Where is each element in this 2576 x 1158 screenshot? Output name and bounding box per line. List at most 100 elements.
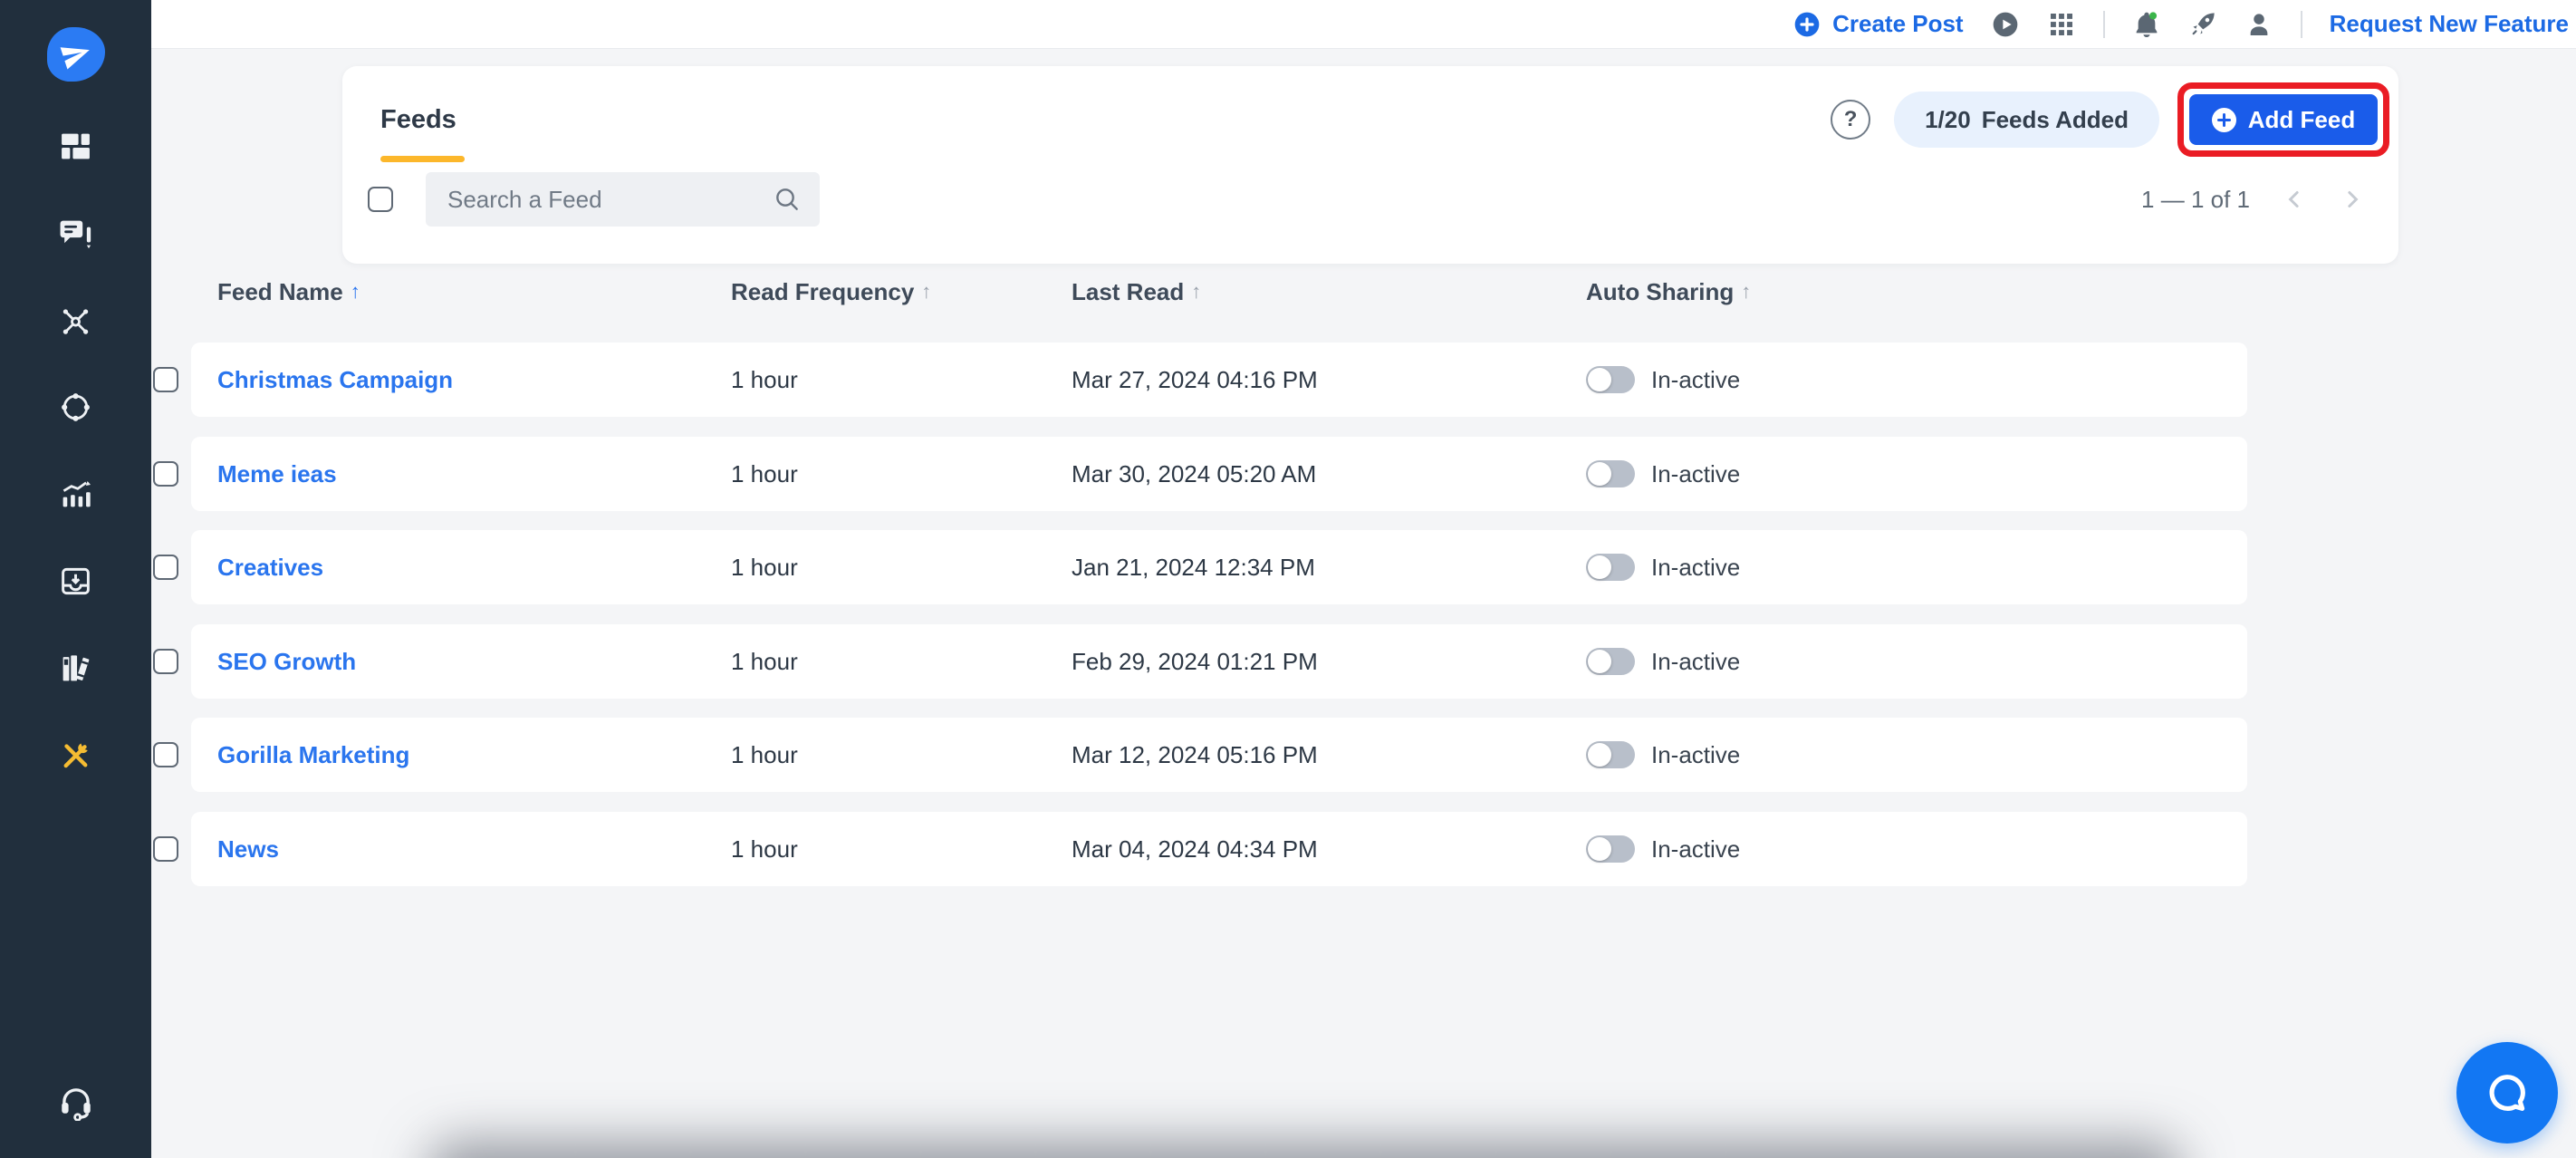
feed-name-link[interactable]: News xyxy=(217,812,279,886)
plus-icon xyxy=(2212,108,2236,132)
support-headset-icon xyxy=(57,1083,95,1121)
column-read-frequency[interactable]: Read Frequency ↑ xyxy=(731,272,931,312)
read-frequency-value: 1 hour xyxy=(731,812,798,886)
feed-name-link[interactable]: Meme ieas xyxy=(217,437,337,511)
inbox-icon xyxy=(59,565,92,598)
feeds-panel: Feeds ? 1/20 Feeds Added Add Feed xyxy=(342,66,2398,264)
sidebar-item-inbox[interactable] xyxy=(49,563,103,599)
feeds-added-count: 1/20 xyxy=(1925,106,1971,134)
active-tab-underline xyxy=(380,156,465,162)
column-label: Feed Name xyxy=(217,278,343,306)
row-checkbox[interactable] xyxy=(153,367,178,392)
table-header: Feed Name ↑ Read Frequency ↑ Last Read ↑… xyxy=(191,272,2247,312)
tools-icon xyxy=(59,738,92,772)
read-frequency-value: 1 hour xyxy=(731,343,798,417)
auto-sharing-toggle[interactable] xyxy=(1586,648,1635,675)
pagination-range: 1 — 1 of 1 xyxy=(2141,186,2250,214)
feed-name-link[interactable]: Gorilla Marketing xyxy=(217,718,409,792)
help-icon: ? xyxy=(1844,107,1858,132)
highlight-annotation: Add Feed xyxy=(2177,82,2389,157)
apps-grid-icon[interactable] xyxy=(2047,10,2076,39)
read-frequency-value: 1 hour xyxy=(731,437,798,511)
user-icon[interactable] xyxy=(2244,10,2273,39)
create-post-button[interactable]: Create Post xyxy=(1793,10,1964,39)
feeds-added-badge: 1/20 Feeds Added xyxy=(1894,92,2159,148)
last-read-value: Mar 27, 2024 04:16 PM xyxy=(1072,343,1318,417)
panel-actions: ? 1/20 Feeds Added Add Feed xyxy=(1831,82,2389,157)
sidebar-item-dashboard[interactable] xyxy=(49,128,103,164)
audience-icon xyxy=(59,391,92,424)
request-new-feature-link[interactable]: Request New Feature xyxy=(2330,10,2569,38)
feed-name-link[interactable]: Creatives xyxy=(217,530,323,604)
last-read-value: Feb 29, 2024 01:21 PM xyxy=(1072,624,1318,699)
auto-sharing-status: In-active xyxy=(1651,624,1740,699)
last-read-value: Jan 21, 2024 12:34 PM xyxy=(1072,530,1315,604)
sidebar-item-library[interactable] xyxy=(49,650,103,686)
row-checkbox[interactable] xyxy=(153,555,178,580)
table-row: Gorilla Marketing 1 hour Mar 12, 2024 05… xyxy=(191,718,2247,792)
select-all-checkbox[interactable] xyxy=(368,187,393,212)
auto-sharing-status: In-active xyxy=(1651,530,1740,604)
sidebar-item-support[interactable] xyxy=(49,1082,103,1122)
auto-sharing-toggle[interactable] xyxy=(1586,835,1635,863)
previous-page-chevron-icon[interactable] xyxy=(2281,186,2308,213)
sidebar-item-tools[interactable] xyxy=(49,737,103,773)
content-library-icon xyxy=(59,651,92,685)
column-feed-name[interactable]: Feed Name ↑ xyxy=(217,272,360,312)
chat-widget-button[interactable] xyxy=(2456,1042,2558,1144)
auto-sharing-toggle[interactable] xyxy=(1586,741,1635,768)
read-frequency-value: 1 hour xyxy=(731,718,798,792)
last-read-value: Mar 04, 2024 04:34 PM xyxy=(1072,812,1318,886)
feed-name-link[interactable]: Christmas Campaign xyxy=(217,343,453,417)
read-frequency-value: 1 hour xyxy=(731,530,798,604)
sort-arrow-icon: ↑ xyxy=(1741,280,1751,304)
logo-paper-plane-icon[interactable] xyxy=(47,27,105,82)
sidebar-item-posts[interactable] xyxy=(49,215,103,251)
auto-sharing-status: In-active xyxy=(1651,718,1740,792)
row-checkbox[interactable] xyxy=(153,649,178,674)
sidebar-item-connect[interactable] xyxy=(49,302,103,338)
search-box xyxy=(426,172,820,227)
sidebar-item-analytics[interactable] xyxy=(49,476,103,512)
toggle-knob xyxy=(1588,650,1611,673)
search-input[interactable] xyxy=(426,172,820,227)
auto-sharing-toggle[interactable] xyxy=(1586,460,1635,487)
help-button[interactable]: ? xyxy=(1831,100,1870,140)
column-auto-sharing[interactable]: Auto Sharing ↑ xyxy=(1586,272,1751,312)
toggle-knob xyxy=(1588,368,1611,391)
bell-icon[interactable] xyxy=(2132,10,2161,39)
whats-new-rocket-icon[interactable] xyxy=(2188,10,2217,39)
search-row xyxy=(368,172,820,227)
column-last-read[interactable]: Last Read ↑ xyxy=(1072,272,1201,312)
row-checkbox[interactable] xyxy=(153,461,178,487)
topbar-divider xyxy=(2301,11,2302,38)
tab-feeds[interactable]: Feeds xyxy=(380,105,457,135)
last-read-value: Mar 30, 2024 05:20 AM xyxy=(1072,437,1316,511)
tab-feeds-label: Feeds xyxy=(380,105,457,134)
pagination: 1 — 1 of 1 xyxy=(2141,172,2366,227)
column-label: Last Read xyxy=(1072,278,1184,306)
dashboard-icon xyxy=(59,130,92,163)
analytics-icon xyxy=(59,478,92,511)
add-feed-button[interactable]: Add Feed xyxy=(2189,94,2378,145)
toggle-knob xyxy=(1588,462,1611,486)
next-page-chevron-icon[interactable] xyxy=(2339,186,2366,213)
table-row: Creatives 1 hour Jan 21, 2024 12:34 PM I… xyxy=(191,530,2247,604)
chat-bubble-icon xyxy=(2481,1066,2533,1119)
sort-arrow-icon: ↑ xyxy=(921,280,931,304)
feed-name-link[interactable]: SEO Growth xyxy=(217,624,356,699)
auto-sharing-toggle[interactable] xyxy=(1586,366,1635,393)
plus-circle-icon xyxy=(1793,10,1821,39)
row-checkbox[interactable] xyxy=(153,836,178,862)
table-row: Christmas Campaign 1 hour Mar 27, 2024 0… xyxy=(191,343,2247,417)
auto-sharing-status: In-active xyxy=(1651,812,1740,886)
add-feed-label: Add Feed xyxy=(2248,106,2355,134)
auto-sharing-toggle[interactable] xyxy=(1586,554,1635,581)
sidebar-item-audience[interactable] xyxy=(49,389,103,425)
topbar-divider xyxy=(2103,11,2105,38)
last-read-value: Mar 12, 2024 05:16 PM xyxy=(1072,718,1318,792)
row-checkbox[interactable] xyxy=(153,742,178,767)
auto-sharing-status: In-active xyxy=(1651,343,1740,417)
create-post-label: Create Post xyxy=(1832,10,1964,38)
play-circle-icon[interactable] xyxy=(1991,10,2020,39)
